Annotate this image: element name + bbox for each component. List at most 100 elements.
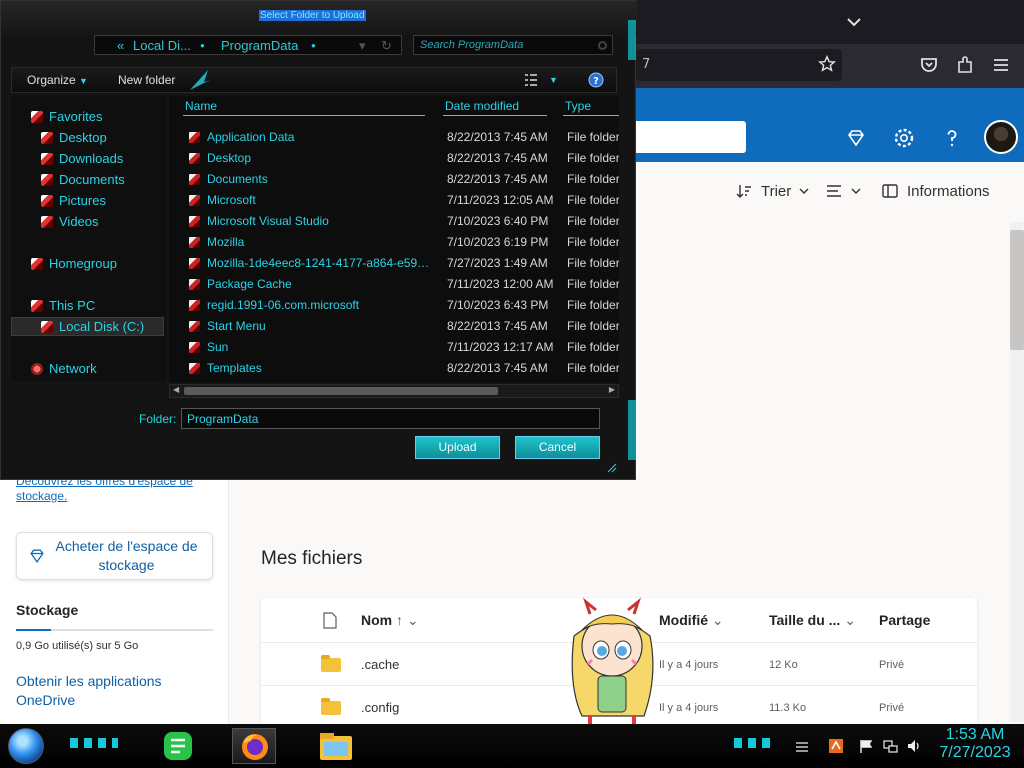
breadcrumb-separator-icon: ● xyxy=(311,41,316,50)
get-apps-link[interactable]: Obtenir les applications OneDrive xyxy=(16,672,206,710)
bookmark-star-icon[interactable] xyxy=(818,55,836,73)
nav-desktop[interactable]: Desktop xyxy=(41,130,107,145)
buy-storage-button[interactable]: Acheter de l'espace de stockage xyxy=(16,532,213,580)
col-name-header[interactable]: Name xyxy=(183,99,425,116)
item-date: 7/27/2023 1:49 AM xyxy=(447,256,548,270)
gear-icon[interactable] xyxy=(892,126,916,150)
list-item[interactable]: Microsoft Visual Studio 7/10/2023 6:40 PM… xyxy=(169,211,619,232)
new-folder-button[interactable]: New folder xyxy=(118,73,175,87)
address-breadcrumb[interactable]: « Local Di... ● ProgramData ● ▾ ↻ xyxy=(94,35,402,55)
clock-time: 1:53 AM xyxy=(945,726,1005,743)
col-modified-header[interactable]: Modifié ⌄ xyxy=(659,612,724,629)
list-item[interactable]: Mozilla-1de4eec8-1241-4177-a864-e594e8d.… xyxy=(169,253,619,274)
diamond-icon[interactable] xyxy=(844,126,868,150)
nav-pictures[interactable]: Pictures xyxy=(41,193,106,208)
item-name: Microsoft Visual Studio xyxy=(207,214,329,228)
list-item[interactable]: Mozilla 7/10/2023 6:19 PM File folder xyxy=(169,232,619,253)
network-status-icon[interactable] xyxy=(882,738,898,754)
item-type: File folder xyxy=(567,256,619,270)
storage-progress-bar xyxy=(16,629,213,631)
horizontal-scrollbar[interactable]: ◀ ▶ xyxy=(169,384,619,398)
breadcrumb-programdata[interactable]: ProgramData xyxy=(221,38,298,53)
info-button[interactable]: Informations xyxy=(881,182,990,200)
resize-grip-icon[interactable] xyxy=(607,463,617,473)
search-input[interactable] xyxy=(630,121,746,153)
chevron-down-icon xyxy=(799,188,809,194)
menu-icon[interactable] xyxy=(990,54,1012,76)
folder-icon xyxy=(189,174,200,185)
list-item[interactable]: Package Cache 7/11/2023 12:00 AM File fold… xyxy=(169,274,619,295)
col-sharing-header[interactable]: Partage xyxy=(879,612,930,628)
folder-icon xyxy=(321,655,341,672)
nav-downloads[interactable]: Downloads xyxy=(41,151,123,166)
scroll-right-icon[interactable]: ▶ xyxy=(609,385,615,394)
sort-label: Trier xyxy=(761,182,792,200)
nav-local-disk[interactable]: Local Disk (C:) xyxy=(41,319,144,334)
search-input[interactable]: Search ProgramData xyxy=(413,35,613,55)
app-tray-icon[interactable] xyxy=(828,738,844,754)
view-options-button[interactable] xyxy=(825,182,861,200)
col-size-header[interactable]: Taille du ... ⌄ xyxy=(769,612,856,629)
list-item[interactable]: Microsoft 7/11/2023 12:05 AM File folder xyxy=(169,190,619,211)
list-item[interactable]: regid.1991-06.com.microsoft 7/10/2023 6:4… xyxy=(169,295,619,316)
help-icon[interactable]: ? xyxy=(588,72,604,88)
folder-field[interactable]: ProgramData xyxy=(181,408,600,429)
upload-button[interactable]: Upload xyxy=(415,436,500,459)
nav-documents[interactable]: Documents xyxy=(41,172,125,187)
item-type: File folder xyxy=(567,235,619,249)
extensions-icon[interactable] xyxy=(954,54,976,76)
nav-network[interactable]: Network xyxy=(31,361,97,376)
folder-icon xyxy=(189,195,200,206)
list-item[interactable]: Documents 8/22/2013 7:45 AM File folder xyxy=(169,169,619,190)
vertical-scrollbar[interactable] xyxy=(1010,222,1024,722)
item-type: File folder xyxy=(567,361,619,375)
sort-button[interactable]: Trier xyxy=(735,182,809,200)
list-item[interactable]: Desktop 8/22/2013 7:45 AM File folder xyxy=(169,148,619,169)
dropdown-icon[interactable]: ▾ xyxy=(359,38,366,54)
nav-homegroup[interactable]: Homegroup xyxy=(31,256,117,271)
file-name[interactable]: .cache xyxy=(361,657,399,672)
breadcrumb-separator-icon: ● xyxy=(200,41,205,50)
view-mode-icon[interactable] xyxy=(524,73,538,87)
address-bar[interactable]: 7 xyxy=(636,49,842,81)
flag-icon[interactable] xyxy=(858,738,874,754)
avatar[interactable] xyxy=(984,120,1018,154)
col-date-header[interactable]: Date modified xyxy=(443,99,547,116)
list-item[interactable]: Sun 7/11/2023 12:17 AM File folder xyxy=(169,337,619,358)
start-button[interactable] xyxy=(8,728,44,764)
organize-button[interactable]: Organize ▼ xyxy=(27,73,88,87)
file-explorer-button[interactable] xyxy=(314,728,358,764)
item-name: Mozilla xyxy=(207,235,245,249)
scrollbar-thumb[interactable] xyxy=(184,387,498,395)
list-item[interactable]: Start Menu 8/22/2013 7:45 AM File folder xyxy=(169,316,619,337)
col-name-header[interactable]: Nom ↑ ⌄ xyxy=(361,612,419,629)
nav-videos[interactable]: Videos xyxy=(41,214,99,229)
buy-storage-label: Acheter de l'espace de stockage xyxy=(55,538,198,573)
list-item[interactable]: Application Data 8/22/2013 7:45 AM File fo… xyxy=(169,127,619,148)
view-dropdown-icon[interactable]: ▼ xyxy=(549,75,558,85)
notes-app-icon xyxy=(164,732,192,760)
nav-this-pc[interactable]: This PC xyxy=(31,298,95,313)
help-icon[interactable] xyxy=(940,126,964,150)
pocket-icon[interactable] xyxy=(918,54,940,76)
show-hidden-icons-icon[interactable] xyxy=(794,738,810,754)
file-name[interactable]: .config xyxy=(361,700,399,715)
cancel-button[interactable]: Cancel xyxy=(515,436,600,459)
scroll-left-icon[interactable]: ◀ xyxy=(173,385,179,394)
scrollbar-thumb[interactable] xyxy=(1010,230,1024,350)
notes-app-button[interactable] xyxy=(156,728,200,764)
breadcrumb-local-disk[interactable]: Local Di... xyxy=(133,38,191,53)
firefox-app-button[interactable] xyxy=(232,728,276,764)
system-clock[interactable]: 1:53 AM 7/27/2023 xyxy=(930,726,1020,762)
arrow-shape-icon xyxy=(190,70,210,90)
refresh-icon[interactable]: ↻ xyxy=(381,38,392,54)
list-item[interactable]: Templates 8/22/2013 7:45 AM File folder xyxy=(169,358,619,379)
chevron-down-icon[interactable] xyxy=(844,12,864,32)
folder-icon xyxy=(321,698,341,715)
item-name: Microsoft xyxy=(207,193,256,207)
nav-favorites[interactable]: Favorites xyxy=(31,109,102,124)
item-name: Documents xyxy=(207,172,268,186)
volume-icon[interactable] xyxy=(906,738,922,754)
col-type-header[interactable]: Type xyxy=(563,99,619,116)
back-arrows-icon[interactable]: « xyxy=(117,38,124,53)
